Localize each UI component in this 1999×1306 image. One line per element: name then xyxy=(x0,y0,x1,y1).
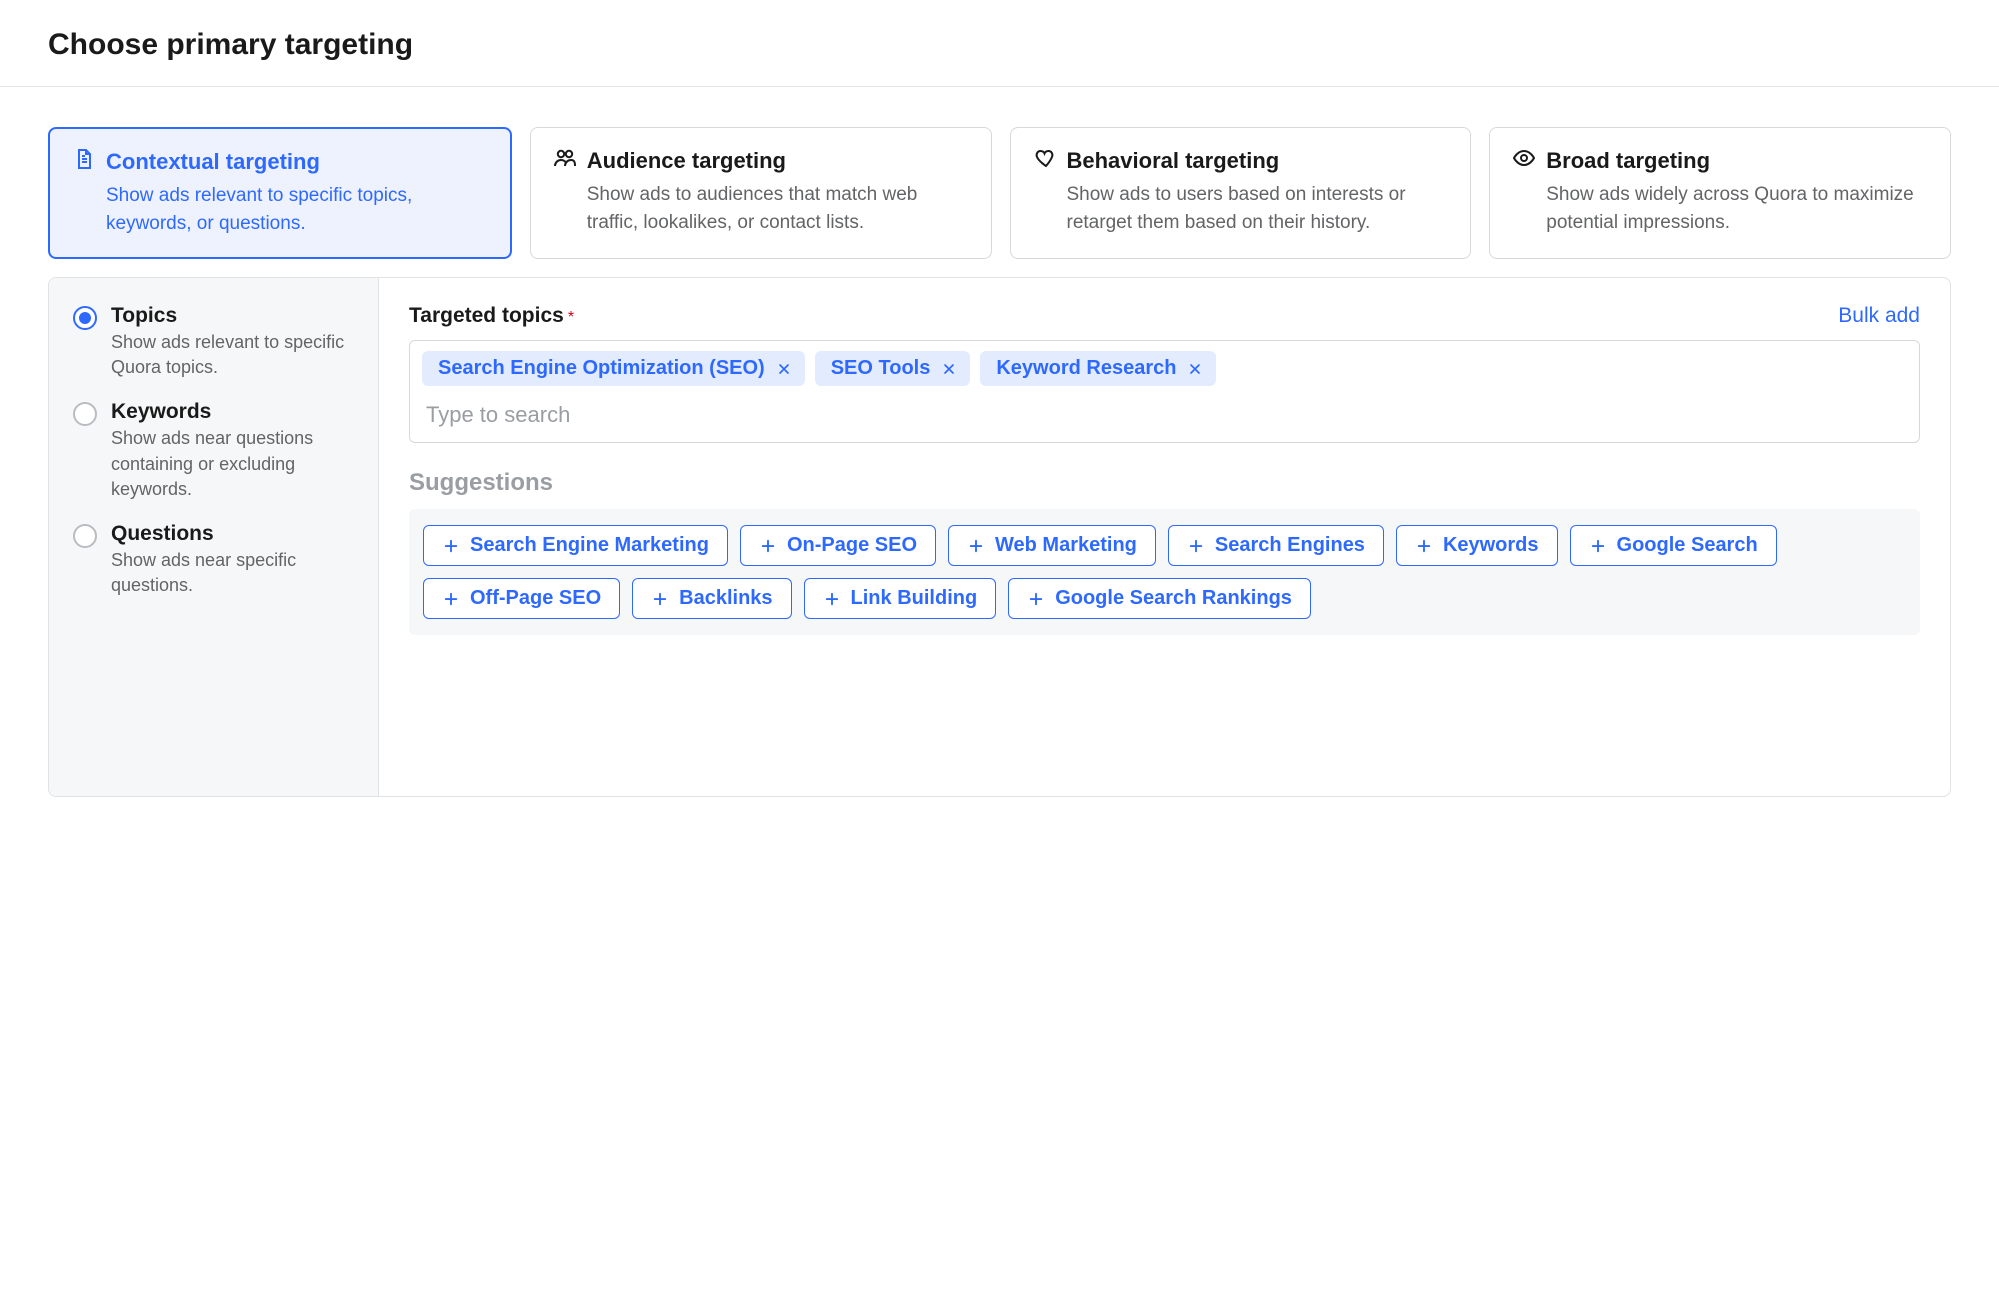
suggestion-label: On-Page SEO xyxy=(787,534,917,557)
plus-icon xyxy=(651,590,669,608)
eye-icon xyxy=(1512,146,1536,175)
targeting-card[interactable]: Behavioral targeting Show ads to users ba… xyxy=(1010,127,1472,259)
radio-description: Show ads near questions containing or ex… xyxy=(111,426,354,502)
targeting-card[interactable]: Audience targeting Show ads to audiences … xyxy=(530,127,992,259)
suggestion-button[interactable]: Search Engines xyxy=(1168,525,1384,566)
targeting-card[interactable]: Broad targeting Show ads widely across Qu… xyxy=(1489,127,1951,259)
suggestion-button[interactable]: Link Building xyxy=(804,578,997,619)
card-header: Behavioral targeting xyxy=(1033,146,1449,175)
radio-text: TopicsShow ads relevant to specific Quor… xyxy=(111,304,354,380)
remove-chip-icon[interactable] xyxy=(775,360,793,378)
suggestion-label: Google Search Rankings xyxy=(1055,587,1292,610)
radio-text: KeywordsShow ads near questions containi… xyxy=(111,400,354,502)
targeting-sidebar: TopicsShow ads relevant to specific Quor… xyxy=(49,278,379,796)
selected-topic-chip: Search Engine Optimization (SEO) xyxy=(422,351,805,386)
bulk-add-button[interactable]: Bulk add xyxy=(1838,304,1920,328)
card-description: Show ads to users based on interests or … xyxy=(1033,181,1449,236)
radio-description: Show ads relevant to specific Quora topi… xyxy=(111,330,354,380)
chip-label: Search Engine Optimization (SEO) xyxy=(438,357,765,380)
radio-label: Keywords xyxy=(111,400,354,424)
suggestion-button[interactable]: Google Search xyxy=(1570,525,1777,566)
suggestion-button[interactable]: Off-Page SEO xyxy=(423,578,620,619)
radio-input[interactable] xyxy=(73,402,97,426)
topics-input-box[interactable]: Search Engine Optimization (SEO) SEO Tool… xyxy=(409,340,1920,443)
suggestion-label: Search Engines xyxy=(1215,534,1365,557)
section-title-wrap: Targeted topics* xyxy=(409,304,574,328)
plus-icon xyxy=(1027,590,1045,608)
heart-icon xyxy=(1033,146,1057,175)
chip-label: Keyword Research xyxy=(996,357,1176,380)
radio-description: Show ads near specific questions. xyxy=(111,548,354,598)
targeted-topics-label: Targeted topics xyxy=(409,304,564,327)
card-title: Contextual targeting xyxy=(106,149,320,175)
card-header: Broad targeting xyxy=(1512,146,1928,175)
suggestion-label: Link Building xyxy=(851,587,978,610)
remove-chip-icon[interactable] xyxy=(1186,360,1204,378)
sidebar-option[interactable]: TopicsShow ads relevant to specific Quor… xyxy=(73,304,354,380)
radio-label: Topics xyxy=(111,304,354,328)
plus-icon xyxy=(1187,537,1205,555)
card-title: Broad targeting xyxy=(1546,148,1710,174)
sidebar-option[interactable]: QuestionsShow ads near specific question… xyxy=(73,522,354,598)
people-icon xyxy=(553,146,577,175)
selected-topic-chip: Keyword Research xyxy=(980,351,1216,386)
card-description: Show ads relevant to specific topics, ke… xyxy=(72,182,488,237)
plus-icon xyxy=(1415,537,1433,555)
targeting-card[interactable]: Contextual targeting Show ads relevant to… xyxy=(48,127,512,259)
plus-icon xyxy=(823,590,841,608)
suggestion-label: Backlinks xyxy=(679,587,772,610)
targeting-cards-row: Contextual targeting Show ads relevant to… xyxy=(48,127,1951,259)
suggestion-label: Search Engine Marketing xyxy=(470,534,709,557)
card-description: Show ads widely across Quora to maximize… xyxy=(1512,181,1928,236)
remove-chip-icon[interactable] xyxy=(940,360,958,378)
chip-label: SEO Tools xyxy=(831,357,931,380)
plus-icon xyxy=(1589,537,1607,555)
document-icon xyxy=(72,147,96,176)
card-header: Audience targeting xyxy=(553,146,969,175)
plus-icon xyxy=(442,590,460,608)
required-star: * xyxy=(568,309,574,326)
sidebar-option[interactable]: KeywordsShow ads near questions containi… xyxy=(73,400,354,502)
suggestion-button[interactable]: On-Page SEO xyxy=(740,525,936,566)
suggestion-label: Keywords xyxy=(1443,534,1539,557)
radio-label: Questions xyxy=(111,522,354,546)
radio-input[interactable] xyxy=(73,306,97,330)
selected-topic-chip: SEO Tools xyxy=(815,351,971,386)
suggestion-label: Web Marketing xyxy=(995,534,1137,557)
suggestion-button[interactable]: Backlinks xyxy=(632,578,791,619)
section-header: Targeted topics* Bulk add xyxy=(409,304,1920,328)
card-header: Contextual targeting xyxy=(72,147,488,176)
card-title: Behavioral targeting xyxy=(1067,148,1280,174)
sidebar-radio-group: TopicsShow ads relevant to specific Quor… xyxy=(73,304,354,598)
plus-icon xyxy=(967,537,985,555)
suggestion-label: Google Search xyxy=(1617,534,1758,557)
suggestion-label: Off-Page SEO xyxy=(470,587,601,610)
radio-text: QuestionsShow ads near specific question… xyxy=(111,522,354,598)
suggestion-button[interactable]: Google Search Rankings xyxy=(1008,578,1311,619)
selected-topics-chips: Search Engine Optimization (SEO) SEO Tool… xyxy=(422,351,1907,386)
targeting-panel: TopicsShow ads relevant to specific Quor… xyxy=(48,277,1951,797)
page-title: Choose primary targeting xyxy=(0,0,1999,87)
card-title: Audience targeting xyxy=(587,148,786,174)
suggestions-heading: Suggestions xyxy=(409,469,1920,497)
content-area: Contextual targeting Show ads relevant to… xyxy=(0,87,1999,797)
radio-input[interactable] xyxy=(73,524,97,548)
card-description: Show ads to audiences that match web tra… xyxy=(553,181,969,236)
topics-search-input[interactable] xyxy=(422,396,1907,430)
suggestion-button[interactable]: Web Marketing xyxy=(948,525,1156,566)
suggestion-button[interactable]: Keywords xyxy=(1396,525,1558,566)
targeting-main: Targeted topics* Bulk add Search Engine … xyxy=(379,278,1950,796)
suggestion-button[interactable]: Search Engine Marketing xyxy=(423,525,728,566)
plus-icon xyxy=(442,537,460,555)
suggestions-container: Search Engine Marketing On-Page SEO Web Ma… xyxy=(409,509,1920,635)
plus-icon xyxy=(759,537,777,555)
